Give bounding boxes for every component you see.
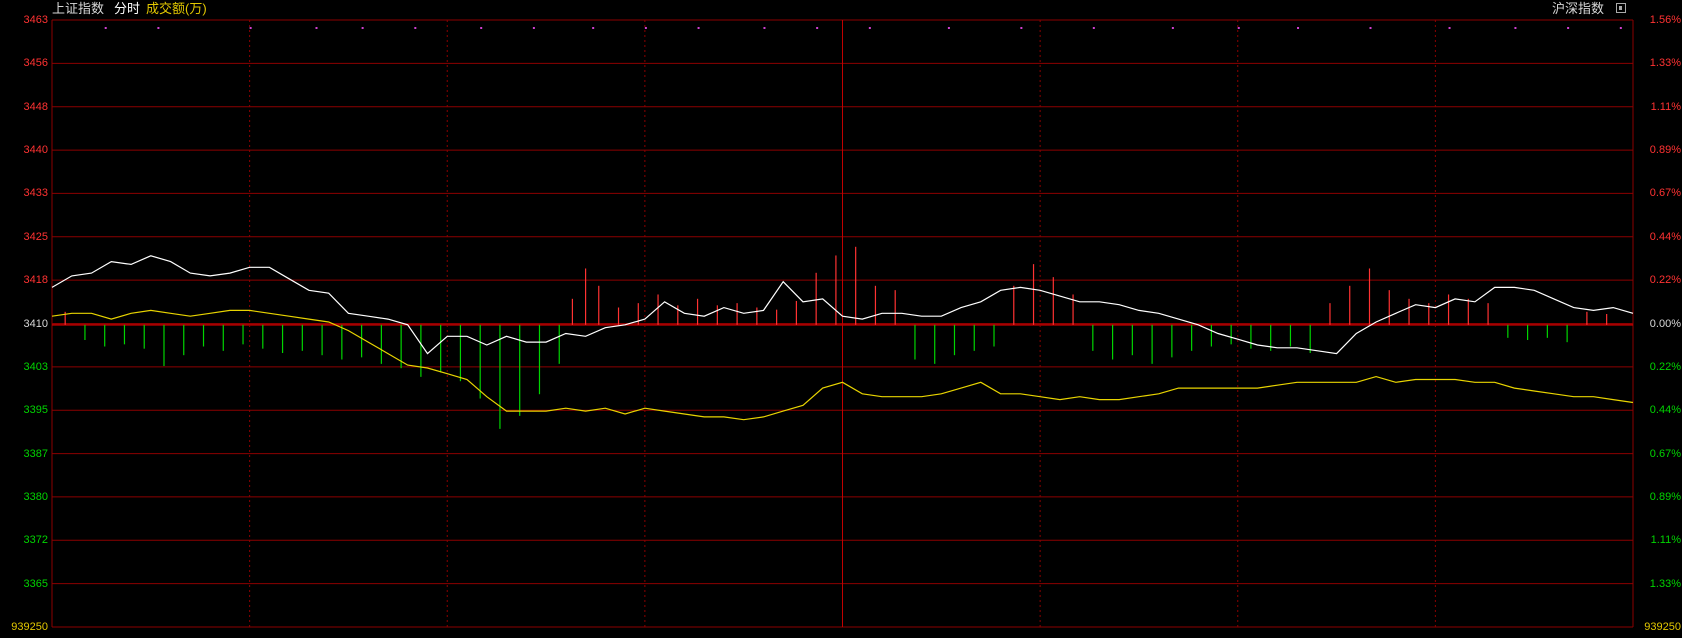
right-title[interactable]: 沪深指数 bbox=[1552, 1, 1604, 17]
y-tick-left: 3387 bbox=[23, 447, 48, 460]
event-marker bbox=[1297, 27, 1300, 29]
y-tick-left: 3433 bbox=[23, 187, 48, 200]
event-marker bbox=[1020, 27, 1023, 29]
event-marker bbox=[361, 27, 364, 29]
y-tick-right: 0.67% bbox=[1649, 187, 1681, 200]
y-tick-right: 1.33% bbox=[1649, 57, 1681, 70]
y-tick-right: 1.33% bbox=[1649, 577, 1681, 590]
y-tick-right: 0.22% bbox=[1649, 360, 1681, 373]
event-marker bbox=[157, 27, 160, 29]
y-tick-right: 0.22% bbox=[1649, 274, 1681, 287]
y-tick-left: 3418 bbox=[23, 274, 48, 287]
y-tick-right: 0.89% bbox=[1649, 490, 1681, 503]
y-tick-right: 1.11% bbox=[1650, 100, 1681, 113]
y-tick-right: 1.11% bbox=[1650, 534, 1681, 547]
volume-bars bbox=[64, 246, 1608, 429]
y-tick-left: 3403 bbox=[23, 360, 48, 373]
mode-label[interactable]: 分时 bbox=[114, 1, 140, 16]
y-tick-left: 3372 bbox=[23, 534, 48, 547]
y-tick-left: 3440 bbox=[23, 144, 48, 157]
y-tick-right: 0.44% bbox=[1649, 230, 1681, 243]
event-marker bbox=[763, 27, 766, 29]
event-marker bbox=[1171, 27, 1174, 29]
event-marker bbox=[816, 27, 819, 29]
event-marker bbox=[1448, 27, 1451, 29]
event-marker bbox=[592, 27, 595, 29]
event-marker bbox=[644, 27, 647, 29]
chart-grid bbox=[51, 19, 1634, 628]
event-marker bbox=[697, 27, 700, 29]
y-tick-left: 3448 bbox=[23, 100, 48, 113]
y-tick-left: 3380 bbox=[23, 490, 48, 503]
event-marker bbox=[315, 27, 318, 29]
y-tick-left: 3410 bbox=[23, 317, 48, 330]
y-tick-right: 0.89% bbox=[1649, 144, 1681, 157]
y-tick-left: 3365 bbox=[23, 577, 48, 590]
event-marker bbox=[1514, 27, 1517, 29]
event-marker bbox=[868, 27, 871, 29]
event-marker bbox=[1369, 27, 1372, 29]
event-marker bbox=[249, 27, 252, 29]
event-marker bbox=[104, 27, 107, 29]
event-marker bbox=[1092, 27, 1095, 29]
volume-tick-right: 939250 bbox=[1644, 621, 1681, 633]
y-tick-left: 3456 bbox=[23, 57, 48, 70]
event-marker bbox=[1237, 27, 1240, 29]
event-markers bbox=[104, 27, 1622, 29]
event-marker bbox=[947, 27, 950, 29]
event-marker bbox=[1567, 27, 1570, 29]
y-tick-right: 0.67% bbox=[1649, 447, 1681, 460]
event-marker bbox=[480, 27, 483, 29]
event-marker bbox=[532, 27, 535, 29]
event-marker bbox=[1619, 27, 1622, 29]
event-marker bbox=[414, 27, 417, 29]
y-tick-right: 1.56% bbox=[1649, 14, 1681, 26]
volume-tick-left: 939250 bbox=[11, 621, 48, 633]
intraday-chart[interactable] bbox=[0, 0, 1682, 638]
y-tick-left: 3395 bbox=[23, 404, 48, 417]
y-tick-left: 3425 bbox=[23, 230, 48, 243]
index-name[interactable]: 上证指数 bbox=[52, 1, 104, 16]
y-tick-right: 0.44% bbox=[1649, 404, 1681, 417]
panel-toggle-icon[interactable] bbox=[1616, 3, 1626, 13]
y-tick-left: 3463 bbox=[23, 14, 48, 26]
chart-header: 上证指数 分时 成交额(万) bbox=[52, 1, 207, 17]
y-tick-right: 0.00% bbox=[1649, 317, 1681, 330]
volume-label: 成交额(万) bbox=[146, 1, 207, 16]
